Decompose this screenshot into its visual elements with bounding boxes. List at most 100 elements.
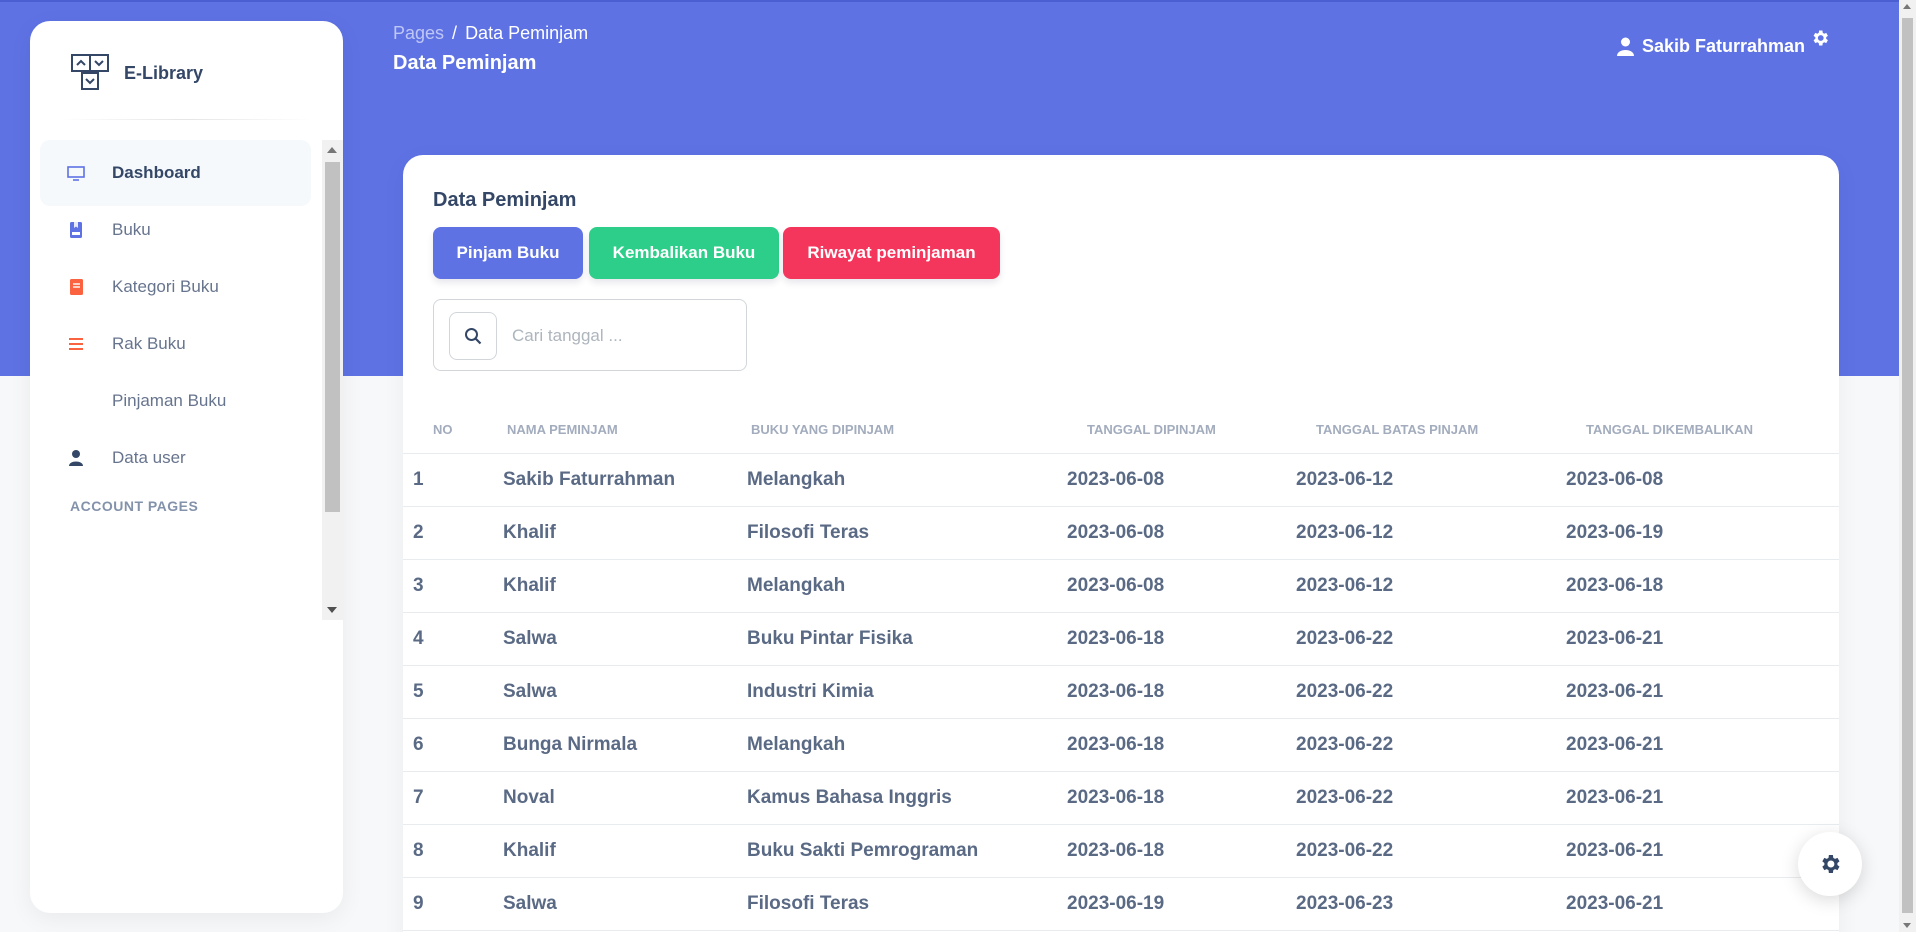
- cell-nama: Khalif: [503, 506, 747, 560]
- table-row[interactable]: 7 Noval Kamus Bahasa Inggris 2023-06-18 …: [403, 771, 1839, 825]
- scrollbar-thumb[interactable]: [325, 162, 340, 512]
- column-header-nama[interactable]: NAMA PEMINJAM: [503, 407, 747, 454]
- list-icon: [40, 334, 112, 354]
- cell-tanggal-batas: 2023-06-22: [1296, 771, 1566, 825]
- cell-tanggal-dipinjam: 2023-06-18: [1067, 612, 1296, 666]
- sidebar-scrollbar[interactable]: [322, 140, 343, 620]
- settings-fab-button[interactable]: [1798, 832, 1862, 896]
- page-scrollbar[interactable]: [1899, 0, 1916, 932]
- sidebar-nav: Dashboard Buku Kategori Buku Rak Buku Pi…: [40, 140, 311, 615]
- brand-name: E-Library: [124, 62, 204, 83]
- cell-tanggal-dikembalikan: 2023-06-19: [1566, 506, 1839, 560]
- sidebar-item-label: Data user: [112, 448, 186, 467]
- cell-tanggal-dikembalikan: 2023-06-21: [1566, 665, 1839, 719]
- cell-nama: Khalif: [503, 559, 747, 613]
- cell-buku: Filosofi Teras: [747, 506, 1067, 560]
- column-header-tanggal-batas[interactable]: TANGGAL BATAS PINJAM: [1296, 407, 1566, 454]
- page-title: Data Peminjam: [393, 52, 537, 74]
- scroll-down-arrow-icon[interactable]: [1903, 923, 1911, 928]
- scrollbar-thumb[interactable]: [1902, 18, 1913, 913]
- cell-tanggal-dikembalikan: 2023-06-21: [1566, 877, 1839, 931]
- cell-nama: Sakib Faturrahman: [503, 453, 747, 507]
- riwayat-peminjaman-button[interactable]: Riwayat peminjaman: [783, 227, 1000, 279]
- search-box: [433, 299, 747, 371]
- card-title: Data Peminjam: [433, 189, 577, 211]
- section-label-account-pages: ACCOUNT PAGES: [70, 498, 199, 514]
- column-header-tanggal-dikembalikan[interactable]: TANGGAL DIKEMBALIKAN: [1566, 407, 1839, 454]
- cell-buku: Melangkah: [747, 559, 1067, 613]
- cell-tanggal-dipinjam: 2023-06-18: [1067, 771, 1296, 825]
- column-header-buku[interactable]: BUKU YANG DIPINJAM: [747, 407, 1067, 454]
- cell-tanggal-batas: 2023-06-22: [1296, 665, 1566, 719]
- cell-nama: Salwa: [503, 877, 747, 931]
- column-header-tanggal-dipinjam[interactable]: TANGGAL DIPINJAM: [1067, 407, 1296, 454]
- cell-no: 3: [403, 559, 503, 613]
- brand[interactable]: E-Library: [70, 51, 203, 95]
- column-header-no[interactable]: NO: [403, 407, 503, 454]
- cell-buku: Melangkah: [747, 718, 1067, 772]
- cell-tanggal-dipinjam: 2023-06-08: [1067, 453, 1296, 507]
- table-row[interactable]: 6 Bunga Nirmala Melangkah 2023-06-18 202…: [403, 718, 1839, 772]
- breadcrumb-root[interactable]: Pages: [393, 23, 444, 44]
- cell-tanggal-batas: 2023-06-22: [1296, 612, 1566, 666]
- cell-tanggal-batas: 2023-06-12: [1296, 453, 1566, 507]
- breadcrumb-current: Data Peminjam: [465, 23, 589, 43]
- cell-no: 8: [403, 824, 503, 878]
- sidebar-item-label: Pinjaman Buku: [112, 391, 227, 410]
- gear-icon: [1822, 855, 1840, 873]
- sidebar-item-label: Dashboard: [112, 163, 201, 182]
- cell-tanggal-batas: 2023-06-23: [1296, 877, 1566, 931]
- divider: [60, 119, 313, 120]
- cell-tanggal-dikembalikan: 2023-06-21: [1566, 771, 1839, 825]
- user-name: Sakib Faturrahman: [1642, 36, 1806, 56]
- cell-nama: Salwa: [503, 612, 747, 666]
- cell-tanggal-batas: 2023-06-12: [1296, 506, 1566, 560]
- table-row[interactable]: 2 Khalif Filosofi Teras 2023-06-08 2023-…: [403, 506, 1839, 560]
- pinjam-buku-button[interactable]: Pinjam Buku: [433, 227, 583, 279]
- scroll-down-arrow-icon[interactable]: [327, 607, 337, 613]
- search-icon: [465, 328, 482, 345]
- cell-tanggal-dipinjam: 2023-06-18: [1067, 718, 1296, 772]
- table-row[interactable]: 4 Salwa Buku Pintar Fisika 2023-06-18 20…: [403, 612, 1839, 666]
- search-button[interactable]: [449, 312, 497, 360]
- cell-tanggal-dipinjam: 2023-06-08: [1067, 506, 1296, 560]
- table-row[interactable]: 8 Khalif Buku Sakti Pemrograman 2023-06-…: [403, 824, 1839, 878]
- library-logo-icon: [71, 54, 109, 90]
- book-icon: [40, 277, 112, 297]
- cell-tanggal-dipinjam: 2023-06-18: [1067, 824, 1296, 878]
- cell-no: 1: [403, 453, 503, 507]
- user-menu[interactable]: Sakib Faturrahman: [1617, 36, 1805, 57]
- cell-no: 2: [403, 506, 503, 560]
- cell-buku: Buku Pintar Fisika: [747, 612, 1067, 666]
- sidebar-item-label: Buku: [112, 220, 151, 239]
- top-border: [0, 0, 1916, 2]
- cell-tanggal-batas: 2023-06-22: [1296, 824, 1566, 878]
- gear-icon[interactable]: [1810, 28, 1830, 48]
- search-input[interactable]: [512, 320, 732, 352]
- cell-buku: Filosofi Teras: [747, 877, 1067, 931]
- table-row[interactable]: 9 Salwa Filosofi Teras 2023-06-19 2023-0…: [403, 877, 1839, 931]
- cell-tanggal-dikembalikan: 2023-06-08: [1566, 453, 1839, 507]
- sidebar-item-label: Rak Buku: [112, 334, 186, 353]
- main-card: Data Peminjam Pinjam Buku Kembalikan Buk…: [403, 155, 1839, 932]
- cell-buku: Buku Sakti Pemrograman: [747, 824, 1067, 878]
- breadcrumb: Pages / Data Peminjam: [393, 23, 588, 44]
- scroll-up-arrow-icon[interactable]: [1903, 4, 1911, 9]
- cell-no: 9: [403, 877, 503, 931]
- bookmark-icon: [40, 220, 112, 240]
- cell-tanggal-dikembalikan: 2023-06-21: [1566, 718, 1839, 772]
- cell-tanggal-dipinjam: 2023-06-18: [1067, 665, 1296, 719]
- user-icon: [40, 448, 112, 468]
- table-row[interactable]: 3 Khalif Melangkah 2023-06-08 2023-06-12…: [403, 559, 1839, 613]
- cell-buku: Melangkah: [747, 453, 1067, 507]
- scroll-up-arrow-icon[interactable]: [327, 147, 337, 153]
- table-row[interactable]: 5 Salwa Industri Kimia 2023-06-18 2023-0…: [403, 665, 1839, 719]
- cell-tanggal-batas: 2023-06-22: [1296, 718, 1566, 772]
- cell-no: 5: [403, 665, 503, 719]
- cell-tanggal-dikembalikan: 2023-06-18: [1566, 559, 1839, 613]
- cell-nama: Salwa: [503, 665, 747, 719]
- cell-nama: Khalif: [503, 824, 747, 878]
- table-row[interactable]: 1 Sakib Faturrahman Melangkah 2023-06-08…: [403, 453, 1839, 507]
- sidebar-item-data-user[interactable]: Data user: [40, 425, 311, 491]
- kembalikan-buku-button[interactable]: Kembalikan Buku: [589, 227, 779, 279]
